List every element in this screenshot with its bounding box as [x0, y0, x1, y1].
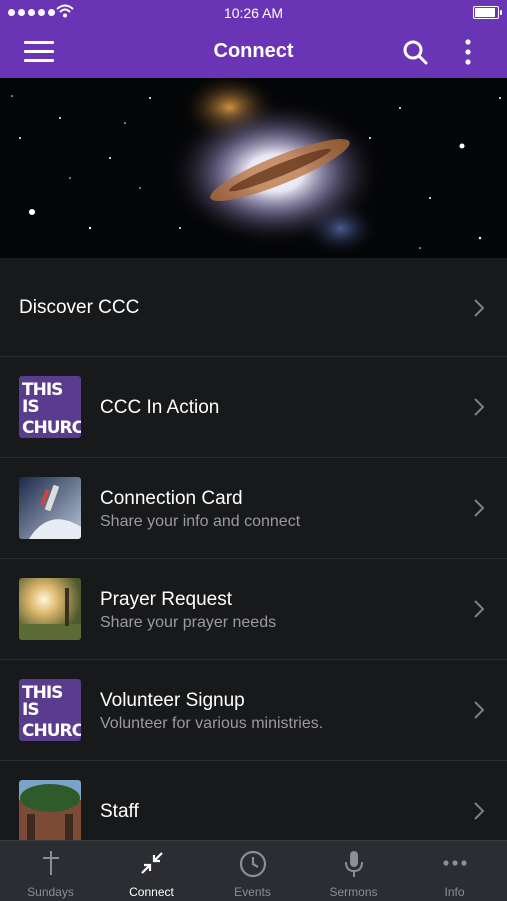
list-item-discover-ccc[interactable]: Discover CCC [0, 258, 507, 357]
hero-image [0, 78, 507, 258]
list-item-subtitle: Share your info and connect [100, 513, 301, 530]
search-icon[interactable] [402, 39, 428, 65]
tab-connect[interactable]: Connect [101, 841, 202, 901]
header-bar: Connect [0, 26, 507, 78]
status-time: 10:26 AM [223, 5, 284, 21]
more-vertical-icon[interactable] [458, 38, 478, 66]
tab-label: Sermons [329, 885, 378, 899]
sunlight-field-thumbnail [19, 578, 81, 640]
tab-label: Info [444, 885, 465, 899]
chevron-right-icon [474, 398, 485, 416]
list-item-prayer-request[interactable]: Prayer Request Share your prayer needs [0, 559, 507, 660]
building-thumbnail [19, 780, 81, 842]
list-item-subtitle: Volunteer for various ministries. [100, 715, 324, 732]
list-item-volunteer-signup[interactable]: THIS IS CHURCH! Volunteer Signup Volunte… [0, 660, 507, 761]
microphone-icon [344, 851, 363, 877]
tab-sermons[interactable]: Sermons [303, 841, 404, 901]
connect-icon [140, 852, 163, 874]
list-item-connection-card[interactable]: Connection Card Share your info and conn… [0, 458, 507, 559]
rocket-thumbnail [19, 477, 81, 539]
tab-events[interactable]: Events [202, 841, 303, 901]
chevron-right-icon [474, 299, 485, 317]
list-item-title: CCC In Action [100, 397, 220, 418]
tab-bar: Sundays Connect Events Sermons Info [0, 840, 507, 901]
list-item-title: Prayer Request [100, 589, 233, 610]
tab-label: Connect [129, 885, 174, 899]
tab-label: Sundays [27, 885, 74, 899]
list-item-title: Discover CCC [19, 297, 140, 318]
tab-label: Events [234, 885, 271, 899]
list-item-title: Volunteer Signup [100, 690, 245, 711]
list-item-title: Staff [100, 801, 139, 822]
chevron-right-icon [474, 701, 485, 719]
chevron-right-icon [474, 600, 485, 618]
list-item-subtitle: Share your prayer needs [100, 614, 277, 631]
battery-icon [473, 6, 502, 19]
connect-list: Discover CCC THIS IS CHURCH! CCC In Acti… [0, 258, 507, 862]
tab-sundays[interactable]: Sundays [0, 841, 101, 901]
this-is-church-thumbnail: THIS IS CHURCH! [19, 679, 81, 741]
list-item-title: Connection Card [100, 488, 243, 509]
status-bar: 10:26 AM [0, 0, 507, 26]
cross-icon [42, 851, 59, 875]
more-horizontal-icon [442, 860, 467, 866]
list-item-ccc-in-action[interactable]: THIS IS CHURCH! CCC In Action [0, 357, 507, 458]
clock-icon [239, 850, 266, 878]
chevron-right-icon [474, 802, 485, 820]
this-is-church-thumbnail: THIS IS CHURCH! [19, 376, 81, 438]
chevron-right-icon [474, 499, 485, 517]
page-title: Connect [213, 40, 294, 62]
tab-info[interactable]: Info [404, 841, 505, 901]
